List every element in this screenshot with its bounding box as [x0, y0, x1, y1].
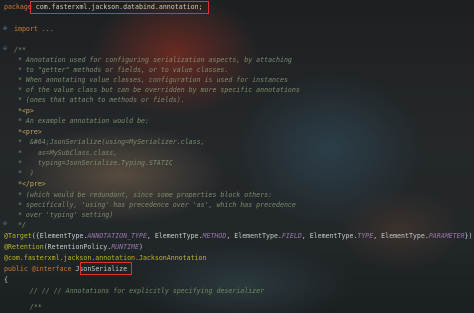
- import-statement[interactable]: import ...: [14, 25, 54, 33]
- interface-name-highlight-box: [80, 262, 132, 275]
- fold-icon[interactable]: ⊕: [0, 25, 10, 32]
- retention-annotation-line: @Retention(RetentionPolicy.RUNTIME): [4, 243, 143, 251]
- doc-comment-line: * ): [14, 169, 34, 177]
- doc-comment-line: * (ones that attach to methods or fields…: [14, 96, 185, 104]
- code-editor[interactable]: package com.fasterxml.jackson.databind.a…: [0, 0, 474, 313]
- inner-doc-line: /**: [14, 303, 42, 311]
- import-line[interactable]: import ...: [14, 24, 54, 35]
- doc-comment-line: * An example annotation would be:: [14, 117, 149, 125]
- doc-comment-line: * over 'typing' setting): [14, 211, 114, 219]
- fold-icon[interactable]: ⊖: [0, 45, 10, 52]
- doc-comment-line: *</pre>: [14, 180, 46, 188]
- package-highlight-box: [30, 1, 209, 14]
- doc-comment-line: * typing=JsonSerialize.Typing.STATIC: [14, 159, 173, 167]
- doc-comment-line: */: [14, 221, 26, 229]
- target-annotation-line: @Target({ElementType.ANNOTATION_TYPE, El…: [4, 232, 473, 240]
- inner-comment-line: // // // Annotations for explicitly spec…: [14, 287, 265, 295]
- brace-line: {: [4, 276, 8, 284]
- package-keyword: package: [4, 3, 32, 11]
- doc-comment-line: * &#64;JsonSerialize(using=MySerializer.…: [14, 138, 205, 146]
- fold-icon[interactable]: ⊖: [0, 220, 10, 227]
